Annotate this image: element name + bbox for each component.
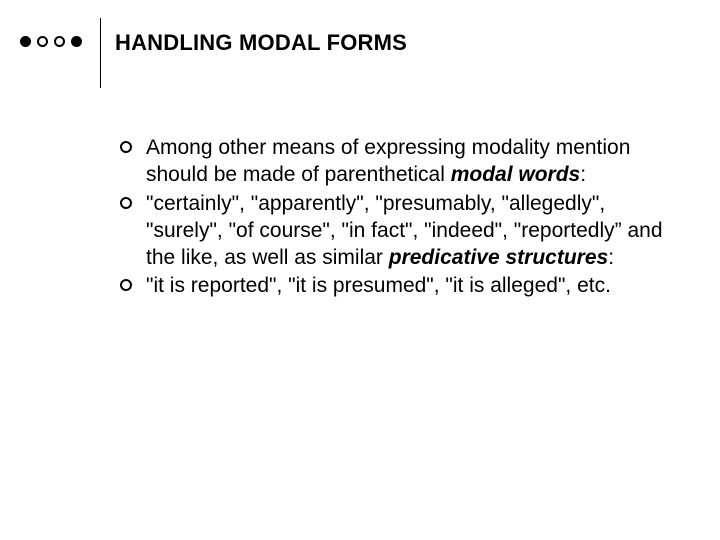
bullet-ring-icon — [54, 36, 65, 47]
list-item-text: "it is reported", "it is presumed", "it … — [146, 274, 611, 297]
list-item: Among other means of expressing modality… — [120, 135, 680, 189]
bullet-dot-icon — [71, 36, 82, 47]
list-item-text: Among other means of expressing modality… — [146, 136, 630, 186]
list-item: "certainly", "apparently", "presumably, … — [120, 191, 680, 272]
slide-title: HANDLING MODAL FORMS — [115, 30, 407, 56]
corner-bullets — [20, 36, 82, 47]
bullet-ring-icon — [120, 197, 132, 209]
slide: HANDLING MODAL FORMS Among other means o… — [0, 0, 720, 540]
bullet-ring-icon — [120, 141, 132, 153]
slide-body: Among other means of expressing modality… — [120, 135, 680, 302]
list-item-text: "certainly", "apparently", "presumably, … — [146, 192, 663, 269]
bullet-ring-icon — [37, 36, 48, 47]
list-item: "it is reported", "it is presumed", "it … — [120, 273, 680, 300]
bullet-ring-icon — [120, 279, 132, 291]
bullet-dot-icon — [20, 36, 31, 47]
title-divider — [100, 18, 101, 88]
